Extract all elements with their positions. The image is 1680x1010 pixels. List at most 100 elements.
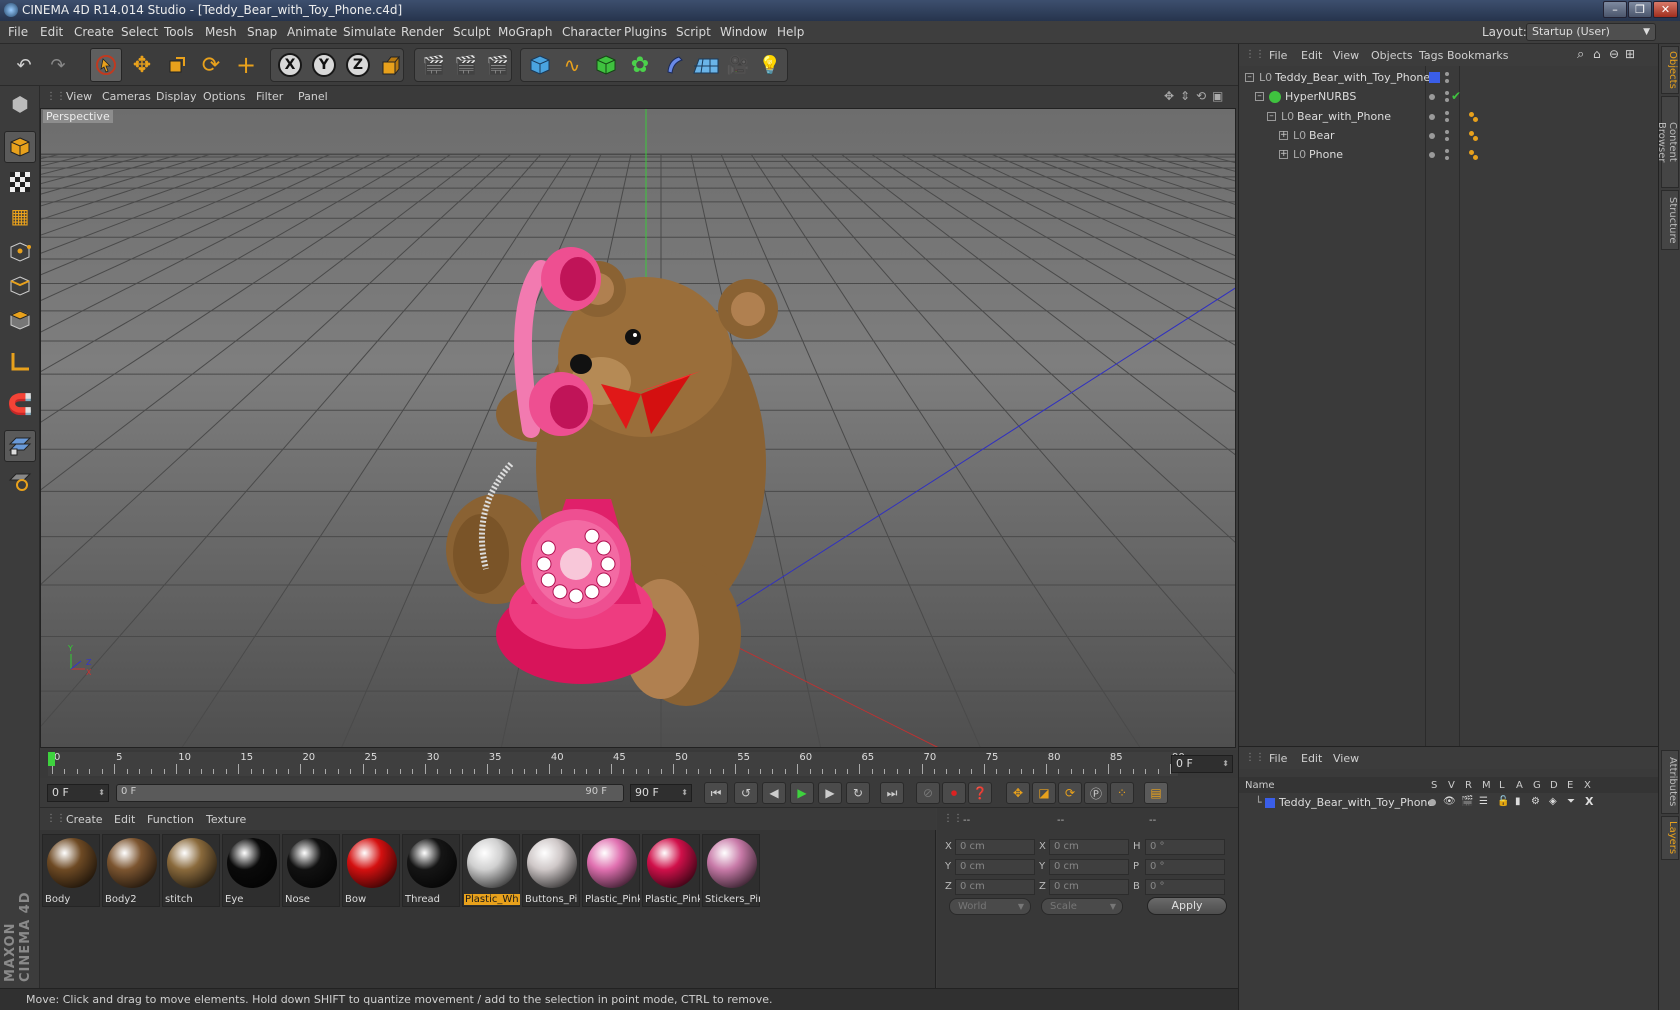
z-axis-lock-button[interactable]: Z [342,48,374,82]
material-tag-icon[interactable] [1473,117,1478,122]
menu-snap[interactable]: Snap [247,25,277,39]
layer-dot[interactable] [1429,94,1435,100]
timeline-layout-button[interactable]: ▤ [1144,782,1168,804]
preview-range-slider[interactable]: 0 F 90 F [116,784,624,802]
y-axis-lock-button[interactable]: Y [308,48,340,82]
rotate-tool[interactable]: ⟳ [195,48,227,82]
record-keys-button[interactable]: ⊘ [916,782,940,804]
viewport-menu-cameras[interactable]: Cameras [102,90,151,103]
layer-color-swatch[interactable] [1265,798,1275,808]
home-icon[interactable]: ⌂ [1593,47,1601,61]
cube-primitive-button[interactable] [524,48,556,82]
viewport-menu-display[interactable]: Display [156,90,197,103]
object-row-bear[interactable]: + L0 Bear [1239,126,1659,146]
visibility-editor-dot[interactable] [1445,111,1449,115]
render-view-button[interactable]: 🎬 [418,48,450,82]
material-swatch[interactable]: Body [42,834,100,907]
visibility-editor-dot[interactable] [1445,72,1449,76]
layer-dot[interactable] [1429,152,1435,158]
tab-attributes[interactable]: Attributes [1661,750,1679,814]
object-menu-view[interactable]: View [1333,49,1359,62]
tab-objects[interactable]: Objects [1661,46,1679,94]
make-editable-button[interactable]: ⬢ [4,88,36,120]
material-tag-icon[interactable] [1473,136,1478,141]
search-icon[interactable]: ⌕ [1577,47,1584,62]
axis-mode-button[interactable] [4,346,36,378]
layer-flag-header[interactable]: D [1550,780,1558,791]
workplane-lock-button[interactable] [4,430,36,462]
perspective-viewport[interactable]: Y Z X Perspective [40,108,1236,748]
render-settings-button[interactable]: 🎬 [482,48,514,82]
material-swatch[interactable]: stitch [162,834,220,907]
visibility-render-dot[interactable] [1445,156,1449,160]
scale-key-toggle[interactable]: ◪ [1032,782,1056,804]
material-menu-edit[interactable]: Edit [114,813,135,826]
enabled-checkmark-icon[interactable]: ✔ [1451,89,1461,103]
material-swatch[interactable]: Thread [402,834,460,907]
model-mode-button[interactable] [4,131,36,163]
rotation-key-toggle[interactable]: ⟳ [1058,782,1082,804]
snap-button[interactable]: 🧲 [4,388,36,420]
layer-flag-header[interactable]: L [1499,780,1505,791]
material-swatch[interactable]: Nose [282,834,340,907]
viewport-orbit-icon[interactable]: ⟲ [1196,89,1206,103]
min-time-field[interactable]: 0 F ⬍ [47,784,109,802]
live-selection-tool[interactable] [90,48,122,82]
previous-key-button[interactable]: ↺ [734,782,758,804]
array-mograph-button[interactable]: ✿ [624,48,656,82]
spline-pen-button[interactable]: ∿ [556,48,588,82]
layer-animation-icon[interactable]: ▮ [1515,796,1521,807]
tab-content-browser[interactable]: Content Browser [1656,96,1679,188]
rot-b-field[interactable]: 0 ° [1145,879,1225,895]
menu-animate[interactable]: Animate [287,25,337,39]
menu-edit[interactable]: Edit [40,25,63,39]
max-time-field[interactable]: 90 F ⬍ [630,784,692,802]
viewport-menu-panel[interactable]: Panel [298,90,328,103]
edges-mode-button[interactable] [4,270,36,302]
keyframe-selection-button[interactable]: ❓ [968,782,992,804]
fold-icon[interactable]: ⊖ [1609,47,1619,61]
pos-x-field[interactable]: 0 cm [955,839,1035,855]
collapse-icon[interactable]: – [1245,73,1254,82]
layer-flag-header[interactable]: V [1448,780,1455,791]
layer-flag-header[interactable]: E [1567,780,1573,791]
object-row-teddy-bear-root[interactable]: – L0 Teddy_Bear_with_Toy_Phone [1239,68,1659,88]
material-swatch[interactable]: Plastic_Wh [462,834,520,907]
parameter-key-toggle[interactable]: Ⓟ [1084,782,1108,804]
menu-plugins[interactable]: Plugins [624,25,667,39]
planar-workplane-button[interactable] [4,464,36,496]
collapse-icon[interactable]: – [1267,112,1276,121]
material-menu-texture[interactable]: Texture [206,813,246,826]
object-menu-tags[interactable]: Tags [1419,49,1443,62]
layer-generator-icon[interactable]: ⚙ [1531,796,1540,807]
object-row-bear-with-phone[interactable]: – L0 Bear_with_Phone [1239,107,1659,127]
expand-icon[interactable]: + [1279,150,1288,159]
menu-file[interactable]: File [8,25,28,39]
layer-flag-header[interactable]: A [1516,780,1523,791]
object-menu-bookmarks[interactable]: Bookmarks [1447,49,1508,62]
material-swatch[interactable]: Plastic_Pink [582,834,640,907]
workplane-mode-button[interactable]: ▦ [4,200,36,232]
visibility-editor-dot[interactable] [1445,130,1449,134]
material-menu-function[interactable]: Function [147,813,194,826]
layer-menu-view[interactable]: View [1333,752,1359,765]
menu-select[interactable]: Select [121,25,158,39]
layer-view-eye-icon[interactable]: 👁 [1443,796,1456,807]
object-menu-edit[interactable]: Edit [1301,49,1322,62]
rot-h-field[interactable]: 0 ° [1145,839,1225,855]
new-view-icon[interactable]: ⊞ [1625,47,1635,61]
menu-mograph[interactable]: MoGraph [498,25,553,39]
viewport-zoom-icon[interactable]: ⇕ [1180,89,1190,103]
material-tag-icon[interactable] [1469,131,1474,136]
point-level-key-toggle[interactable]: ⁘ [1110,782,1134,804]
previous-frame-button[interactable]: ◀ [762,782,786,804]
layer-flag-header[interactable]: M [1482,780,1491,791]
nurbs-button[interactable] [590,48,622,82]
layer-dot[interactable] [1429,114,1435,120]
object-row-hypernurbs[interactable]: – HyperNURBS ✔ [1239,87,1659,107]
material-menu-create[interactable]: Create [66,813,103,826]
material-tag-icon[interactable] [1469,150,1474,155]
polygons-mode-button[interactable] [4,304,36,336]
layer-manager-icon[interactable]: ☰ [1479,796,1488,807]
viewport-pan-icon[interactable]: ✥ [1164,89,1174,103]
